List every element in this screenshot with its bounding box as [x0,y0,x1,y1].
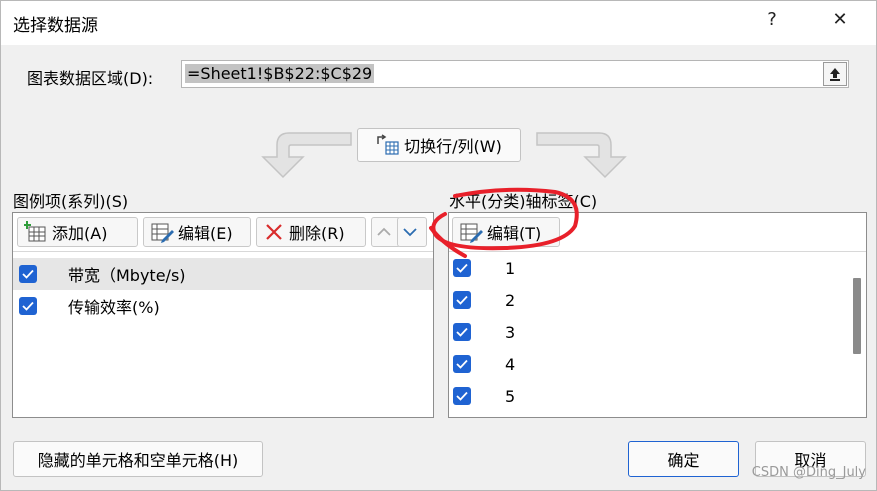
axis-label-checkbox[interactable] [453,387,471,405]
axis-label-checkbox[interactable] [453,355,471,373]
axis-label-text: 3 [505,322,516,342]
dialog-title: 选择数据源 [13,16,98,36]
axis-label-text: 2 [505,290,516,310]
checkmark-icon [456,263,468,273]
axis-label-checkbox[interactable] [453,323,471,341]
legend-item-efficiency[interactable]: 传输效率(%) [13,290,433,322]
legend-entries-panel: 添加(A) 编辑(E) 删除(R) 带宽（Mbyte/s) 传输效率(%) [12,212,434,418]
legend-item-bandwidth[interactable]: 带宽（Mbyte/s) [13,258,433,290]
add-series-label: 添加(A) [52,224,108,243]
axis-label-text: 4 [505,354,516,374]
range-value: =Sheet1!$B$22:$C$29 [185,64,375,83]
range-input[interactable]: =Sheet1!$B$22:$C$29 [181,60,849,88]
chevron-up-icon [377,227,391,236]
hidden-empty-cells-button[interactable]: 隐藏的单元格和空单元格(H) [13,441,263,477]
title-bar: 选择数据源 ? ✕ [1,1,876,45]
help-button[interactable]: ? [757,9,787,30]
checkmark-icon [456,359,468,369]
add-icon [24,221,46,242]
watermark: CSDN @Ding_July [751,465,866,480]
close-button[interactable]: ✕ [825,9,855,30]
switch-row-column-icon [377,134,399,155]
axis-label-checkbox[interactable] [453,291,471,309]
checkmark-icon [456,295,468,305]
switch-row-column-button[interactable]: 切换行/列(W) [357,128,521,162]
legend-toolbar: 添加(A) 编辑(E) 删除(R) [13,213,433,252]
delete-icon [266,224,282,240]
legend-item-label: 传输效率(%) [68,298,160,317]
checkmark-icon [22,269,34,279]
switch-row-column-label: 切换行/列(W) [404,137,502,156]
switch-left-arrow-icon [261,132,352,179]
chevron-down-icon [403,228,417,237]
checkmark-icon [456,391,468,401]
delete-series-button[interactable]: 删除(R) [256,217,366,247]
switch-right-arrow-icon [536,132,627,179]
add-series-button[interactable]: 添加(A) [17,217,138,247]
axis-label-text: 5 [505,386,516,406]
legend-item-checkbox[interactable] [19,297,37,315]
range-label: 图表数据区域(D): [27,69,154,88]
hidden-empty-cells-label: 隐藏的单元格和空单元格(H) [37,451,239,470]
legend-item-label: 带宽（Mbyte/s) [68,266,186,285]
axis-label-item[interactable]: 4 [449,348,866,380]
ok-button[interactable]: 确定 [628,441,739,477]
checkmark-icon [456,327,468,337]
select-data-source-dialog: 选择数据源 ? ✕ 图表数据区域(D): =Sheet1!$B$22:$C$29… [0,0,877,491]
red-annotation-circle [429,187,579,258]
checkmark-icon [22,301,34,311]
edit-icon [151,223,174,243]
scrollbar-thumb[interactable] [853,278,861,354]
edit-series-label: 编辑(E) [178,224,233,243]
edit-series-button[interactable]: 编辑(E) [143,217,251,247]
move-down-button[interactable] [397,217,427,247]
legend-item-checkbox[interactable] [19,265,37,283]
collapse-arrow-icon [830,68,840,81]
axis-label-item[interactable]: 3 [449,316,866,348]
delete-series-label: 删除(R) [289,224,345,243]
axis-label-item[interactable]: 2 [449,284,866,316]
axis-labels-scrollbar[interactable] [849,252,865,416]
ok-label: 确定 [667,451,700,470]
legend-heading: 图例项(系列)(S) [13,192,129,211]
collapse-dialog-button[interactable] [823,62,847,86]
axis-label-item[interactable]: 5 [449,380,866,412]
